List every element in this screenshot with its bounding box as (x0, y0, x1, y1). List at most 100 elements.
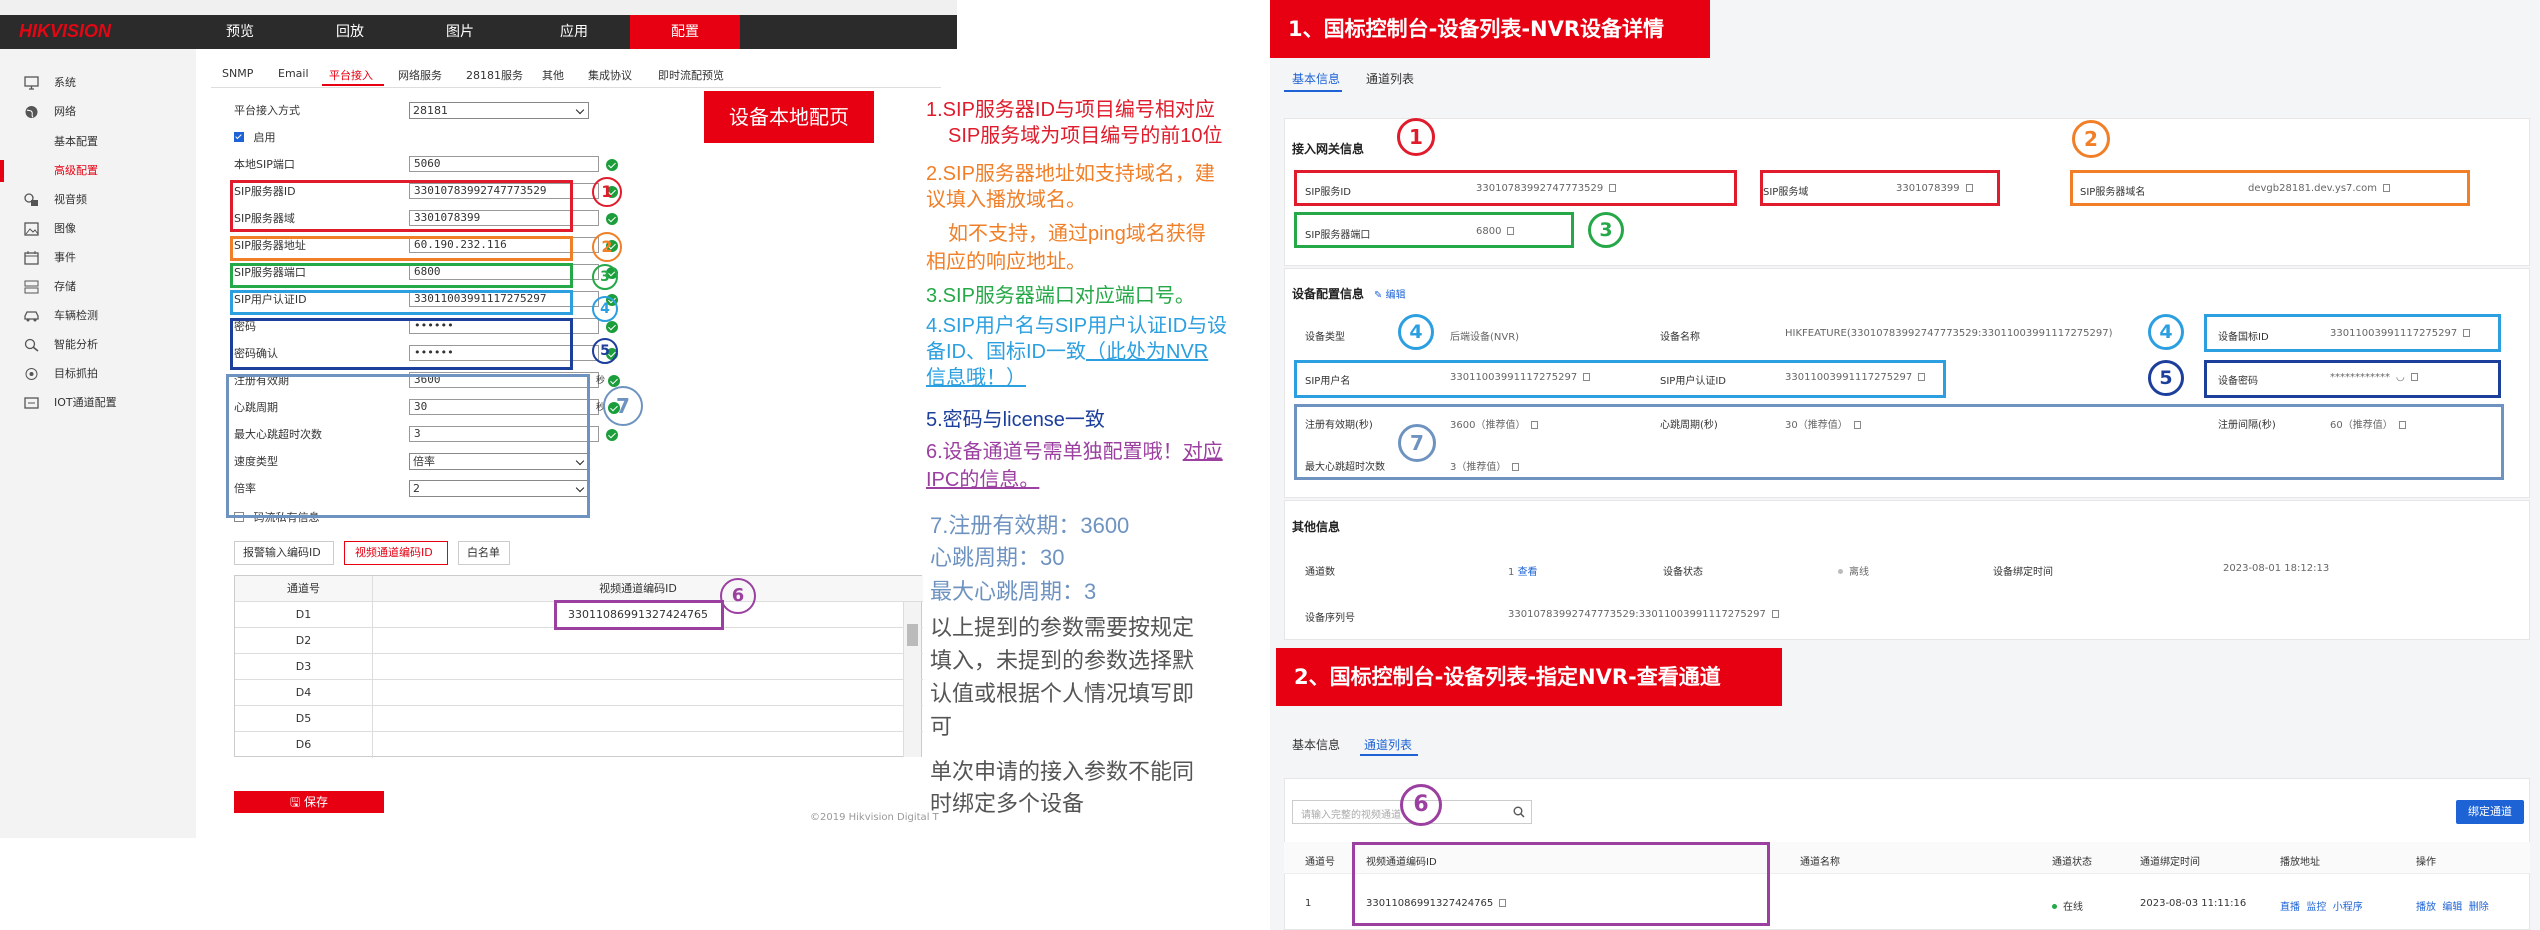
cell-channel: D6 (235, 732, 373, 758)
note-p1d: 可 (930, 714, 953, 739)
monitor-link[interactable]: 监控 (2306, 902, 2326, 913)
row-bind-time: 2023-08-03 11:11:16 (2140, 898, 2247, 909)
ch-count-text: 1 (1508, 567, 1515, 578)
subtab-alarm-input-id[interactable]: 报警输入编码ID (234, 541, 334, 565)
bind-channel-button[interactable]: 绑定通道 (2456, 800, 2524, 824)
status-text: 离线 (1849, 567, 1869, 578)
marker-5: 5 (2148, 360, 2184, 396)
sidebar-item-vehicle-detection[interactable]: 车辆检测 (0, 305, 196, 327)
edit-link[interactable]: 编辑 (2442, 902, 2462, 913)
marker-1: 1 (592, 177, 622, 207)
tab-divider (211, 87, 941, 88)
sidebar-label: 系统 (54, 76, 76, 89)
nav-playback[interactable]: 回放 (306, 15, 394, 49)
search-icon[interactable] (1513, 806, 1525, 818)
note-p2a: 单次申请的接入参数不能同 (930, 759, 1195, 784)
target-icon (25, 368, 38, 380)
tab-snmp[interactable]: SNMP (222, 67, 253, 80)
note-4b: 备ID、国标ID一致（此处为NVR (926, 340, 1208, 365)
marker-6: 6 (1400, 784, 1442, 826)
view-link[interactable]: 查看 (1518, 567, 1538, 578)
marker-7: 7 (603, 386, 643, 426)
note-2d: 相应的响应地址。 (926, 251, 1086, 273)
table-row[interactable]: D6 (235, 732, 923, 758)
sidebar-item-target-capture[interactable]: 目标抓拍 (0, 363, 196, 385)
tab-platform-access[interactable]: 平台接入 (329, 67, 373, 83)
status-label: 设备状态 (1663, 567, 1703, 578)
delete-link[interactable]: 删除 (2469, 902, 2489, 913)
tab-channel-list[interactable]: 通道列表 (1366, 70, 1414, 87)
sidebar-label: 智能分析 (54, 338, 98, 351)
access-mode-select[interactable]: 28181 (409, 102, 589, 119)
sidebar-item-smart-analysis[interactable]: 智能分析 (0, 334, 196, 356)
note-4a: 4.SIP用户名与SIP用户认证ID与设 (926, 315, 1228, 337)
marker-2: 2 (2072, 120, 2110, 158)
check-icon (608, 375, 620, 387)
check-icon (606, 429, 618, 441)
dev-type-value: 后端设备(NVR) (1450, 332, 1520, 343)
sidebar-item-advanced-config[interactable]: 高级配置 (0, 160, 196, 182)
mini-program-link[interactable]: 小程序 (2333, 902, 2363, 913)
play-link[interactable]: 播放 (2416, 902, 2436, 913)
subtab-video-channel-id[interactable]: 视频通道编码ID (344, 541, 448, 565)
sidebar-item-system[interactable]: 系统 (0, 72, 196, 94)
sidebar-label: 网络 (54, 105, 76, 118)
note-6a-text: 6.设备通道号需单独配置哦！ (926, 441, 1183, 463)
sidebar-item-network[interactable]: 网络 (0, 101, 196, 123)
row-channel-no: 1 (1305, 898, 1312, 909)
section-2-header: 2、国标控制台-设备列表-指定NVR-查看通道 (1276, 648, 1782, 706)
tab-email[interactable]: Email (278, 67, 309, 80)
grid-scrollbar[interactable] (903, 602, 921, 757)
marker-4: 4 (2148, 314, 2184, 350)
sidebar-item-iot[interactable]: IOT通道配置 (0, 392, 196, 414)
nav-configuration[interactable]: 配置 (630, 15, 740, 49)
marker-7: 7 (1398, 424, 1436, 462)
tab-28181-service[interactable]: 28181服务 (466, 67, 523, 83)
marker-3: 3 (592, 264, 618, 290)
note-5: 5.密码与license一致 (926, 409, 1105, 431)
highlight-box-1 (1760, 170, 2000, 206)
live-link[interactable]: 直播 (2280, 902, 2300, 913)
row-play-links: 直播 监控 小程序 (2280, 898, 2363, 913)
note-6a: 6.设备通道号需单独配置哦！对应 (926, 440, 1223, 465)
nav-preview[interactable]: 预览 (196, 15, 284, 49)
sidebar-item-basic-config[interactable]: 基本配置 (0, 131, 196, 153)
tab-instant-stream[interactable]: 即时流配预览 (658, 67, 724, 83)
access-mode-label: 平台接入方式 (234, 104, 300, 117)
local-sip-port-input[interactable]: 5060 (409, 156, 599, 172)
sidebar-item-storage[interactable]: 存储 (0, 276, 196, 298)
tab-channel-list[interactable]: 通道列表 (1364, 736, 1412, 753)
tab-other[interactable]: 其他 (542, 67, 564, 83)
table-row[interactable]: D3 (235, 654, 923, 680)
sidebar-item-audio-video[interactable]: 视音频 (0, 189, 196, 211)
nav-picture[interactable]: 图片 (416, 15, 504, 49)
ch-count-value: 1 查看 (1508, 563, 1538, 578)
highlight-box-6 (1352, 842, 1770, 926)
sidebar-label: 目标抓拍 (54, 367, 98, 380)
enable-checkbox[interactable] (234, 132, 244, 142)
highlight-box-3 (1294, 212, 1574, 248)
table-row[interactable]: D5 (235, 706, 923, 732)
iot-icon (24, 397, 39, 409)
copy-icon[interactable] (1771, 610, 1779, 618)
table-row[interactable]: D2 (235, 628, 923, 654)
subtab-whitelist[interactable]: 白名单 (458, 541, 510, 565)
tab-basic-info[interactable]: 基本信息 (1292, 70, 1340, 87)
tab-network-service[interactable]: 网络服务 (398, 67, 442, 83)
nav-application[interactable]: 应用 (526, 15, 622, 49)
save-button[interactable]: 🖫 保存 (234, 791, 384, 813)
tab-basic-info[interactable]: 基本信息 (1292, 736, 1340, 753)
note-6a-emphasis: 对应 (1182, 441, 1223, 463)
edit-link[interactable]: ✎ 编辑 (1374, 290, 1406, 301)
sidebar-item-image[interactable]: 图像 (0, 218, 196, 240)
other-info-card (1284, 500, 2530, 640)
analysis-icon (24, 338, 39, 352)
local-sip-port-label: 本地SIP端口 (234, 158, 295, 171)
highlight-box-7 (1294, 404, 2504, 480)
serial-value: 33010783992747773529:3301100399111727529… (1508, 609, 1779, 620)
edit-label: 编辑 (1385, 290, 1406, 301)
sidebar-item-event[interactable]: 事件 (0, 247, 196, 269)
tab-integration[interactable]: 集成协议 (588, 67, 632, 83)
table-row[interactable]: D4 (235, 680, 923, 706)
scrollbar-thumb[interactable] (907, 624, 918, 646)
